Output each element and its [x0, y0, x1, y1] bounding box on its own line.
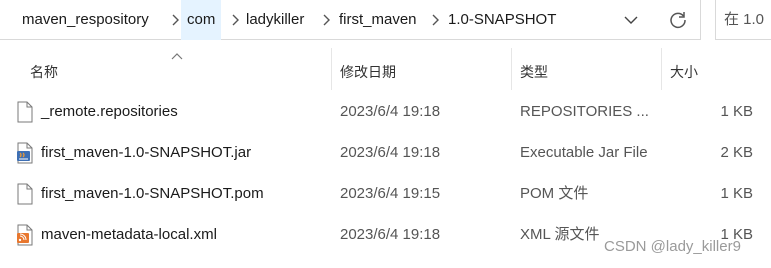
file-name: _remote.repositories — [41, 103, 178, 120]
file-date: 2023/6/4 19:18 — [340, 226, 441, 243]
column-header-name[interactable]: 名称 — [30, 62, 58, 82]
chevron-right-icon[interactable] — [229, 12, 241, 28]
file-date: 2023/6/4 19:18 — [340, 144, 441, 161]
file-icon — [17, 183, 33, 205]
refresh-icon[interactable] — [667, 9, 689, 31]
chevron-right-icon[interactable] — [429, 12, 441, 28]
file-size: 2 KB — [720, 144, 753, 161]
file-row[interactable]: first_maven-1.0-SNAPSHOT.pom 2023/6/4 19… — [0, 173, 771, 214]
column-divider[interactable] — [511, 48, 512, 90]
chevron-down-icon[interactable] — [622, 13, 640, 27]
file-name: first_maven-1.0-SNAPSHOT.pom — [41, 185, 264, 202]
address-bar[interactable]: maven_respository com ladykiller first_m… — [0, 0, 701, 40]
file-row[interactable]: _remote.repositories 2023/6/4 19:18 REPO… — [0, 91, 771, 132]
file-type: Executable Jar File — [520, 144, 648, 161]
chevron-right-icon[interactable] — [169, 12, 181, 28]
search-box[interactable]: 在 1.0 — [715, 0, 771, 40]
file-icon — [17, 101, 33, 123]
column-header-size[interactable]: 大小 — [670, 62, 698, 82]
file-name: maven-metadata-local.xml — [41, 226, 217, 243]
column-header-date[interactable]: 修改日期 — [340, 62, 396, 82]
file-row[interactable]: first_maven-1.0-SNAPSHOT.jar 2023/6/4 19… — [0, 132, 771, 173]
xml-file-icon — [17, 224, 33, 246]
breadcrumb-ladykiller[interactable]: ladykiller — [246, 0, 304, 40]
column-header-type[interactable]: 类型 — [520, 62, 548, 82]
file-date: 2023/6/4 19:15 — [340, 185, 441, 202]
breadcrumb-maven-respository[interactable]: maven_respository — [22, 0, 149, 40]
sort-ascending-icon — [171, 53, 183, 60]
file-size: 1 KB — [720, 103, 753, 120]
file-type: POM 文件 — [520, 185, 589, 202]
jar-file-icon — [17, 142, 33, 164]
chevron-right-icon[interactable] — [320, 12, 332, 28]
file-type: XML 源文件 — [520, 226, 600, 243]
file-name: first_maven-1.0-SNAPSHOT.jar — [41, 144, 252, 161]
breadcrumb-1-0-snapshot[interactable]: 1.0-SNAPSHOT — [448, 0, 556, 40]
column-divider[interactable] — [331, 48, 332, 90]
column-divider[interactable] — [661, 48, 662, 90]
breadcrumb-first-maven[interactable]: first_maven — [339, 0, 417, 40]
breadcrumb-com[interactable]: com — [181, 0, 222, 40]
file-type: REPOSITORIES ... — [520, 103, 649, 120]
search-placeholder: 在 1.0 — [724, 11, 765, 28]
file-size: 1 KB — [720, 185, 753, 202]
file-date: 2023/6/4 19:18 — [340, 103, 441, 120]
watermark: CSDN @lady_killer9 — [604, 238, 741, 255]
